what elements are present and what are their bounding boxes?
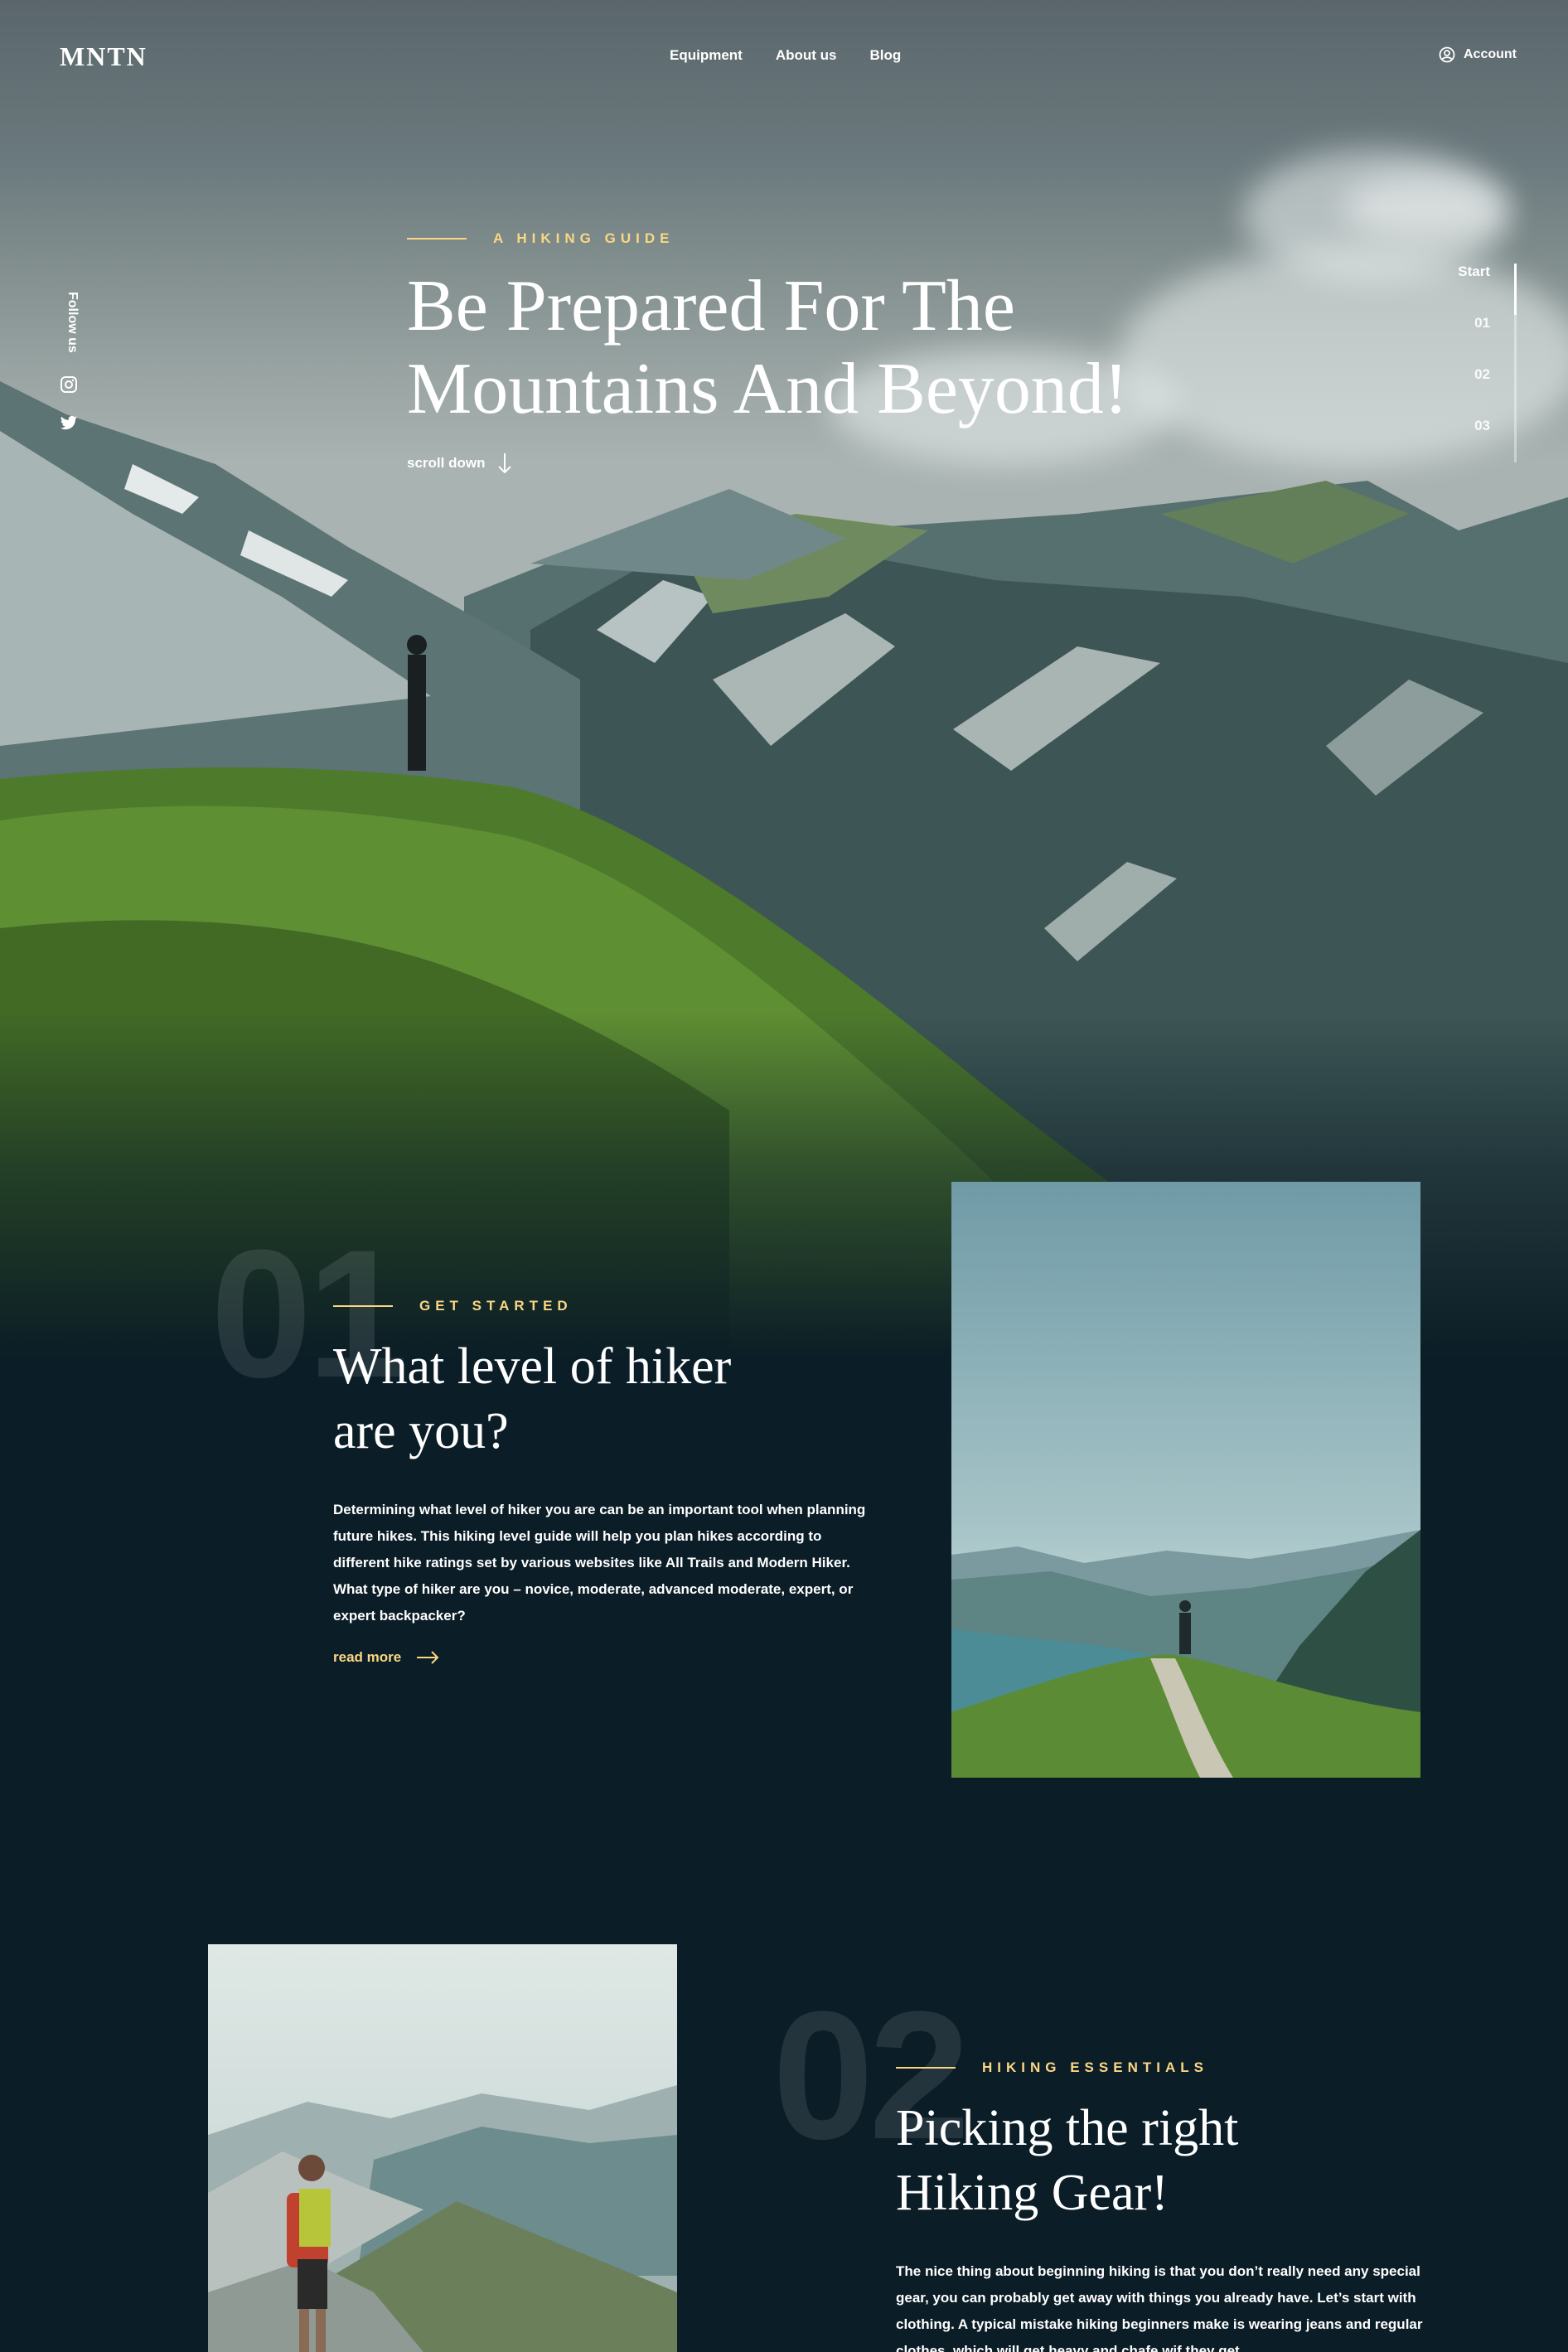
nav-blog[interactable]: Blog [870,47,902,64]
section-body: The nice thing about beginning hiking is… [896,2263,1423,2352]
section-title-line2: are you? [333,1403,509,1459]
section-eyebrow: HIKING ESSENTIALS [896,2059,1443,2076]
hero-content: A HIKING GUIDE Be Prepared For The Mount… [407,230,1236,474]
section-title-line1: What level of hiker [333,1338,732,1395]
instagram-icon[interactable] [60,375,78,394]
hero-background [0,0,1568,1359]
hero-title-line2: Mountains And Beyond! [407,349,1129,429]
scroll-down-link[interactable]: scroll down [407,452,1236,474]
read-more-label: read more [333,1649,402,1665]
eyebrow-line [407,238,467,240]
section-body: Determining what level of hiker you are … [333,1502,866,1624]
read-more-link[interactable]: read more [333,1649,880,1666]
section-image-hiker-backpack [208,1944,677,2352]
section-eyebrow-text: HIKING ESSENTIALS [982,2059,1208,2075]
hero-eyebrow-text: A HIKING GUIDE [493,230,675,246]
section-eyebrow: GET STARTED [333,1298,880,1314]
hero-title-line1: Be Prepared For The [407,266,1015,346]
slider-item-start[interactable]: Start [1458,264,1517,315]
page: MNTN Equipment About us Blog Account Fol… [0,0,1568,2352]
account-label: Account [1464,47,1517,61]
main-nav: Equipment About us Blog [670,47,901,64]
arrow-right-icon [417,1651,439,1664]
arrow-down-icon [498,453,512,474]
hero-eyebrow: A HIKING GUIDE [407,230,1236,247]
section-image-hiker-trail [951,1182,1420,1778]
slider-item-03[interactable]: 03 [1458,418,1517,469]
hero-title: Be Prepared For The Mountains And Beyond… [407,265,1236,431]
logo[interactable]: MNTN [60,41,148,72]
account-link[interactable]: Account [1439,46,1517,63]
section-title: What level of hiker are you? [333,1334,880,1464]
eyebrow-line [333,1305,393,1307]
slider-nav: Start 01 02 03 [1458,264,1517,469]
slider-item-02[interactable]: 02 [1458,366,1517,418]
section-eyebrow-text: GET STARTED [419,1298,573,1314]
section-hiking-essentials: HIKING ESSENTIALS Picking the right Hiki… [896,2059,1443,2352]
nav-equipment[interactable]: Equipment [670,47,743,64]
section-title-line2: Hiking Gear! [896,2165,1169,2221]
section-title-line1: Picking the right [896,2100,1239,2156]
eyebrow-line [896,2067,956,2069]
section-title: Picking the right Hiking Gear! [896,2096,1443,2225]
nav-about-us[interactable]: About us [776,47,837,64]
scroll-down-label: scroll down [407,455,486,471]
twitter-icon[interactable] [60,415,78,432]
section-get-started: GET STARTED What level of hiker are you?… [333,1298,880,1666]
slider-item-01[interactable]: 01 [1458,315,1517,366]
slider-active-bar [1514,264,1517,315]
follow-us-label: Follow us [65,292,80,353]
user-icon [1439,46,1455,63]
